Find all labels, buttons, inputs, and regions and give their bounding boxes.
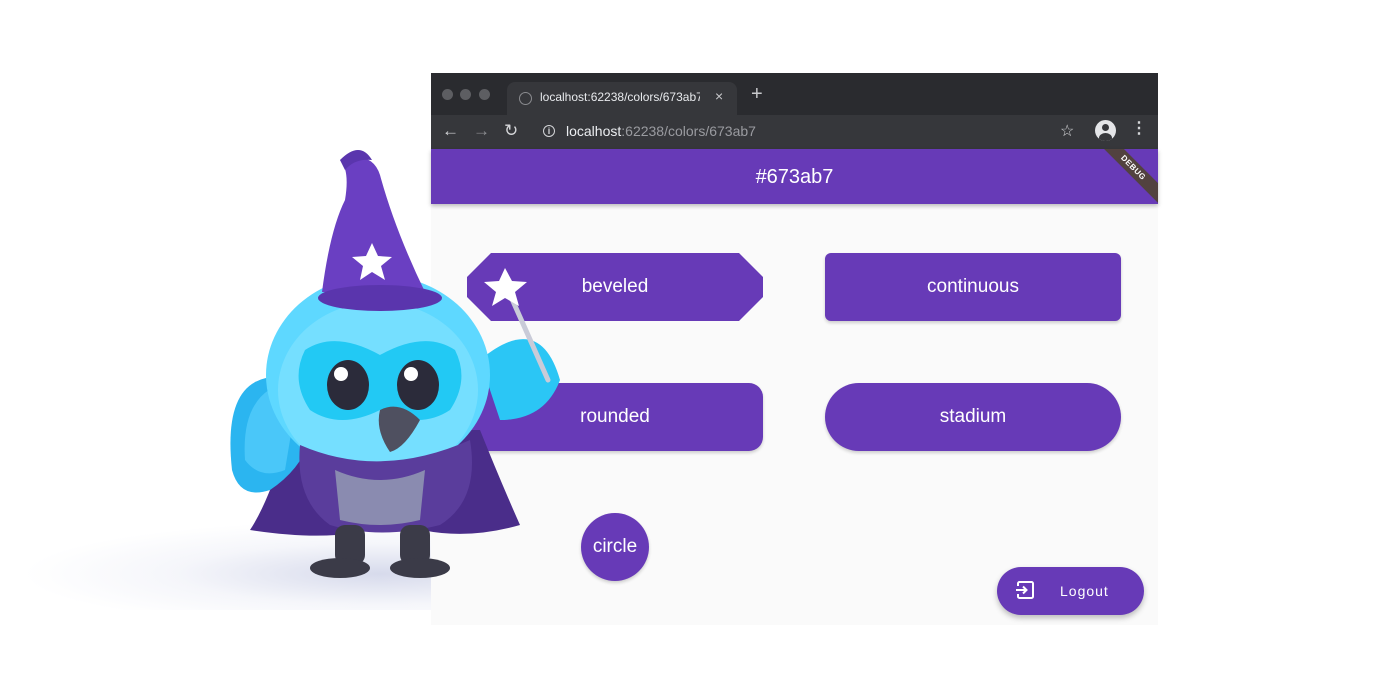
back-arrow-icon[interactable]: ← <box>442 121 459 141</box>
tab-title: localhost:62238/colors/673ab7 <box>540 90 700 104</box>
window-maximize-dot[interactable] <box>479 89 490 100</box>
address-bar[interactable]: i localhost:62238/colors/673ab7 <box>531 118 1091 146</box>
logout-button[interactable]: Logout <box>997 567 1144 615</box>
beveled-button[interactable]: beveled <box>467 253 763 321</box>
logout-icon <box>1015 581 1034 599</box>
circle-button[interactable]: circle <box>581 513 649 581</box>
more-vert-icon[interactable]: ⋮ <box>1131 120 1147 138</box>
logout-label: Logout <box>1060 583 1109 599</box>
rounded-button[interactable]: rounded <box>467 383 763 451</box>
globe-icon <box>519 92 532 105</box>
continuous-button-label: continuous <box>927 276 1019 297</box>
browser-tab[interactable]: localhost:62238/colors/673ab7 × <box>507 82 737 115</box>
page-title: #673ab7 <box>755 166 834 188</box>
window-minimize-dot[interactable] <box>460 89 471 100</box>
beveled-button-label: beveled <box>581 276 649 297</box>
bookmark-star-icon[interactable]: ☆ <box>1060 121 1074 141</box>
circle-button-label: circle <box>592 536 638 557</box>
browser-window: localhost:62238/colors/673ab7 × + ← → ↻ … <box>431 73 1158 625</box>
tab-bar: localhost:62238/colors/673ab7 × + <box>431 73 1158 115</box>
stadium-button[interactable]: stadium <box>825 383 1121 451</box>
url-text[interactable]: localhost:62238/colors/673ab7 <box>566 123 756 139</box>
forward-arrow-icon[interactable]: → <box>473 121 490 141</box>
rounded-button-label: rounded <box>580 406 650 427</box>
app-bar: #673ab7 DEBUG <box>431 149 1158 204</box>
reload-icon[interactable]: ↻ <box>504 121 518 141</box>
close-tab-icon[interactable]: × <box>715 88 723 104</box>
browser-toolbar: ← → ↻ i localhost:62238/colors/673ab7 ☆ … <box>431 115 1158 149</box>
info-icon[interactable]: i <box>543 125 555 137</box>
continuous-button[interactable]: continuous <box>825 253 1121 321</box>
profile-icon[interactable] <box>1095 120 1116 141</box>
new-tab-button[interactable]: + <box>751 84 763 104</box>
window-close-dot[interactable] <box>442 89 453 100</box>
stadium-button-label: stadium <box>939 406 1007 427</box>
